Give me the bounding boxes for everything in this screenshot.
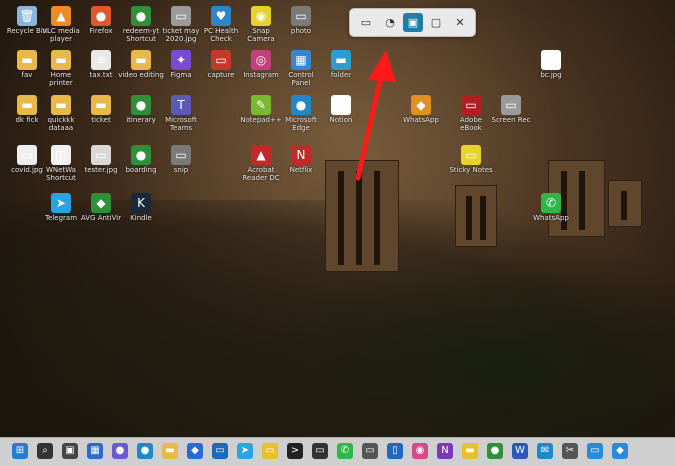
screen-recorder-icon: ▭ [501, 95, 521, 115]
desktop-icon-label: Microsoft Teams [165, 116, 197, 132]
taskbar-whatsapp-icon[interactable]: ✆ [337, 443, 353, 459]
desktop-icon-snip[interactable]: ▭ snip [158, 145, 204, 174]
taskbar-app-blue-icon[interactable]: ▭ [212, 443, 228, 459]
ticket-icon: ▬ [91, 95, 111, 115]
desktop-icon-label: snip [173, 166, 189, 174]
microsoft-edge-icon: ● [291, 95, 311, 115]
taskbar-camera-icon[interactable]: ▭ [362, 443, 378, 459]
avg-icon: ◆ [91, 193, 111, 213]
wnetwatcher-icon: ◫ [51, 145, 71, 165]
whatsapp-mid-icon: ◆ [411, 95, 431, 115]
fav-icon: ▬ [17, 50, 37, 70]
redeem-icon: ● [131, 6, 151, 26]
adobe-ebook-icon: ▭ [461, 95, 481, 115]
taskbar-telegram-icon[interactable]: ➤ [237, 443, 253, 459]
taskbar-edge-icon[interactable]: ● [137, 443, 153, 459]
taskbar-search-icon[interactable]: ⌕ [37, 443, 53, 459]
desktop-icon-label: WhatsApp [403, 116, 439, 124]
tester-icon: ▭ [91, 145, 111, 165]
close-button[interactable]: ✕ [450, 13, 470, 32]
bc-jpg-icon: ▭ [541, 50, 561, 70]
microsoft-teams-icon: T [171, 95, 191, 115]
desktop-icon-label: bc.jpg [540, 71, 562, 79]
video-editing-icon: ▬ [131, 50, 151, 70]
desktop-icon-notion[interactable]: N Notion [318, 95, 364, 124]
taskbar-app-dark-icon[interactable]: ▭ [312, 443, 328, 459]
taskbar-explorer-icon[interactable]: ▬ [162, 443, 178, 459]
photo-top-icon: ▭ [291, 6, 311, 26]
desktop-icon-label: folder [330, 71, 352, 79]
desktop-icon-label: Sticky Notes [449, 166, 493, 174]
desktop-icon-label: photo [290, 27, 312, 35]
desktop-icon-label: Screen Rec [491, 116, 531, 124]
taskbar-chat-icon[interactable]: ● [112, 443, 128, 459]
capture-icon: ▭ [211, 50, 231, 70]
desktop-icon-photo-top[interactable]: ▭ photo [278, 6, 324, 35]
recycle-icon: 🗑 [17, 6, 37, 26]
taskbar-word-icon[interactable]: W [512, 443, 528, 459]
taskbar: ⊞ ⌕ ▣ ▦ ● ● ▬ ◆ ▭ ➤ ▭ > ▭ ✆ ▭ ▯ ◉ N ▬ ● W ✉ ✂ ▭ ◆ [0, 437, 675, 466]
pc-health-icon: ♥ [211, 6, 231, 26]
sticky-icon: ▭ [461, 145, 481, 165]
ticket-may-icon: ▭ [171, 6, 191, 26]
whatsapp-right-icon: ✆ [541, 193, 561, 213]
instagram-icon: ◎ [251, 50, 271, 70]
home-printer-icon: ▬ [51, 50, 71, 70]
desktop[interactable]: 🗑 Recycle Bin ▲ VLC media player ● Firefox ● re… [0, 0, 675, 466]
desktop-icon-bc-jpg[interactable]: ▭ bc.jpg [528, 50, 574, 79]
covid-icon: ▭ [17, 145, 37, 165]
desktop-icon-netflix[interactable]: N Netflix [278, 145, 324, 174]
taskbar-photos-icon[interactable]: ▭ [587, 443, 603, 459]
fullscreen-snip-button[interactable]: ▢ [426, 13, 446, 32]
rectangular-snip-button[interactable]: ▭ [356, 13, 376, 32]
snip-toolbar: ▭ ◔ ▣ ▢ ✕ [349, 8, 476, 37]
taskbar-task-view-icon[interactable]: ▣ [62, 443, 78, 459]
taskbar-widgets-icon[interactable]: ▦ [87, 443, 103, 459]
desktop-icon-sticky[interactable]: ▭ Sticky Notes [448, 145, 494, 174]
snap-camera-icon: ◉ [251, 6, 271, 26]
firefox-icon: ● [91, 6, 111, 26]
desktop-icon-label: Notion [329, 116, 353, 124]
taskbar-store-icon[interactable]: ◆ [187, 443, 203, 459]
acrobat-icon: ▲ [251, 145, 271, 165]
netflix-icon: N [291, 145, 311, 165]
desktop-icon-whatsapp-right[interactable]: ✆ WhatsApp [528, 193, 574, 222]
desktop-icon-label: WhatsApp [533, 214, 569, 222]
taskbar-terminal-icon[interactable]: > [287, 443, 303, 459]
desktop-icon-folder-top[interactable]: ▬ folder [318, 50, 364, 79]
taskbar-onenote-icon[interactable]: N [437, 443, 453, 459]
desktop-icon-kindle[interactable]: K Kindle [118, 193, 164, 222]
dk-fick-icon: ▬ [17, 95, 37, 115]
control-panel-icon: ▦ [291, 50, 311, 70]
taskbar-snipping-icon[interactable]: ✂ [562, 443, 578, 459]
desktop-icon-label: Netflix [289, 166, 313, 174]
quickkk-icon: ▬ [51, 95, 71, 115]
taskbar-notes-icon[interactable]: ▭ [262, 443, 278, 459]
taskbar-mail-icon[interactable]: ✉ [537, 443, 553, 459]
taskbar-chrome-icon[interactable]: ● [487, 443, 503, 459]
notion-icon: N [331, 95, 351, 115]
telegram-icon: ➤ [51, 193, 71, 213]
vlc-icon: ▲ [51, 6, 71, 26]
itinerary-icon: ● [131, 95, 151, 115]
notepad-icon: ✎ [251, 95, 271, 115]
taskbar-pinned-icon[interactable]: ◆ [612, 443, 628, 459]
taskbar-app-yellow-icon[interactable]: ▬ [462, 443, 478, 459]
desktop-icon-screen-recorder[interactable]: ▭ Screen Rec [488, 95, 534, 124]
desktop-icon-microsoft-teams[interactable]: T Microsoft Teams [158, 95, 204, 132]
taskbar-phone-icon[interactable]: ▯ [387, 443, 403, 459]
taskbar-app-gradient-icon[interactable]: ◉ [412, 443, 428, 459]
freeform-snip-button[interactable]: ◔ [380, 13, 400, 32]
folder-top-icon: ▬ [331, 50, 351, 70]
window-snip-button[interactable]: ▣ [403, 13, 423, 32]
desktop-icon-label: Kindle [130, 214, 152, 222]
tax-icon: ≡ [91, 50, 111, 70]
taskbar-start-icon[interactable]: ⊞ [12, 443, 28, 459]
figma-icon: ✦ [171, 50, 191, 70]
snip-icon: ▭ [171, 145, 191, 165]
desktop-icon-whatsapp-mid[interactable]: ◆ WhatsApp [398, 95, 444, 124]
kindle-icon: K [131, 193, 151, 213]
boarding-icon: ● [131, 145, 151, 165]
